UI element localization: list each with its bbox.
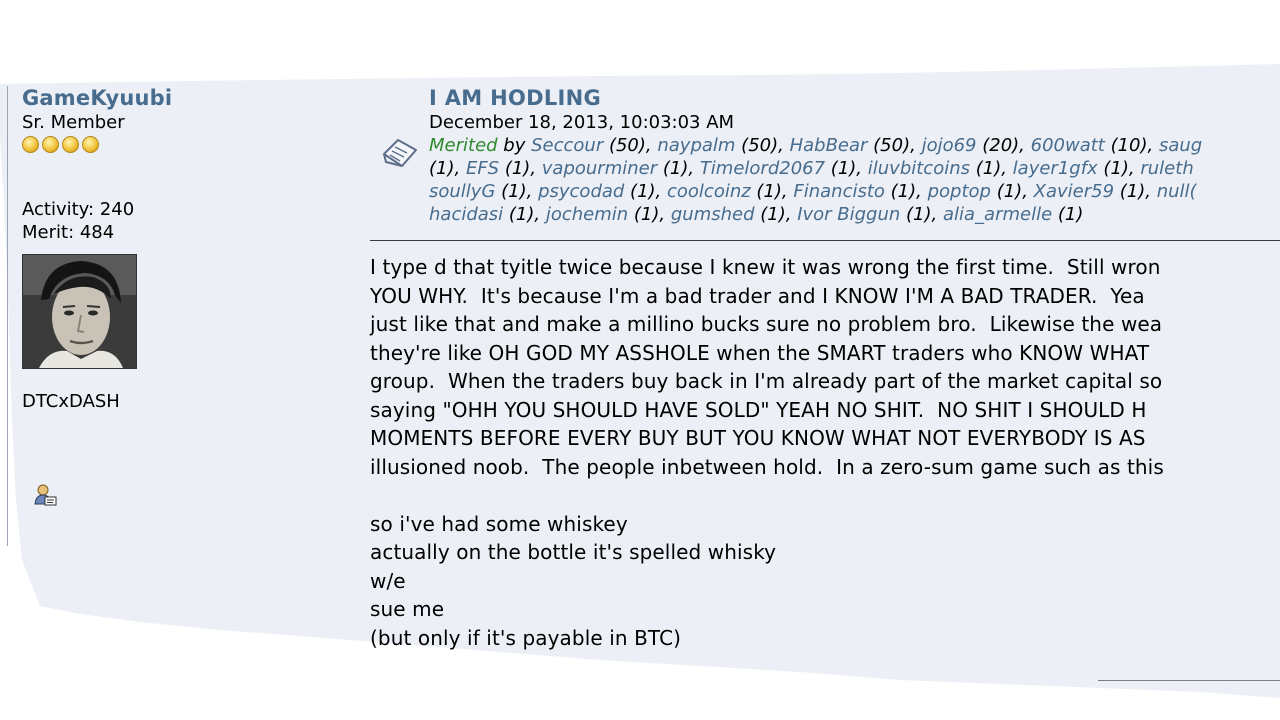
profile-icon-graphic: [34, 484, 57, 506]
merit-list: Merited by Seccour (50), naypalm (50), H…: [429, 134, 1280, 226]
activity-stat: Activity: 240: [22, 199, 135, 220]
poster-info: GameKyuubi Sr. Member Activity: 240 Meri…: [22, 86, 352, 412]
user-profile-icon[interactable]: [32, 482, 58, 508]
post-body-line: YOU WHY. It's because I'm a bad trader a…: [370, 283, 1145, 308]
poster-name-link[interactable]: GameKyuubi: [22, 86, 352, 110]
rank-star-icon: [42, 136, 59, 153]
merit-points: (1): [900, 204, 932, 225]
post-title-link[interactable]: I AM HODLING: [429, 86, 1280, 110]
post-date: December 18, 2013, 10:03:03 AM: [429, 112, 735, 133]
merit-user-link[interactable]: coolcoinz: [667, 181, 751, 202]
merit-user-link[interactable]: poptop: [928, 181, 991, 202]
merit-points: (50): [735, 135, 779, 156]
merit-user-link[interactable]: null(: [1157, 181, 1197, 202]
merit-points: (1): [657, 158, 689, 179]
merit-stat: Merit: 484: [22, 222, 115, 243]
merit-user-link[interactable]: gumshed: [671, 204, 755, 225]
merit-user-link[interactable]: Seccour: [531, 135, 603, 156]
merit-user-link[interactable]: Xavier59: [1034, 181, 1114, 202]
merit-user-link[interactable]: vapourminer: [542, 158, 657, 179]
post-body-line: illusioned noob. The people inbetween ho…: [370, 454, 1164, 479]
merit-row: hacidasi (1), jochemin (1), gumshed (1),…: [429, 204, 1084, 225]
merit-points: (1): [1052, 204, 1084, 225]
user-avatar: [22, 254, 137, 369]
merit-user-link[interactable]: naypalm: [657, 135, 735, 156]
merit-user-link[interactable]: 600watt: [1031, 135, 1105, 156]
rank-star-icon: [22, 136, 39, 153]
post-body: I type d that tyitle twice because I kne…: [370, 253, 1280, 652]
merit-points: (50): [603, 135, 646, 156]
merit-user-link[interactable]: jojo69: [922, 135, 977, 156]
merit-user-link[interactable]: alia_armelle: [943, 204, 1052, 225]
merit-user-link[interactable]: psycodad: [538, 181, 624, 202]
post-header: I AM HODLING December 18, 2013, 10:03:03…: [429, 86, 1280, 226]
merit-user-link[interactable]: HabBear: [790, 135, 868, 156]
merit-points: (1): [884, 181, 917, 202]
post-body-line: I type d that tyitle twice because I kne…: [370, 255, 1161, 279]
merit-user-link[interactable]: Financisto: [793, 181, 885, 202]
post-subject-icon: [380, 136, 420, 172]
post-body-line: sue me: [370, 597, 445, 621]
merit-points: (1): [990, 181, 1023, 202]
avatar-image: [23, 255, 136, 368]
merit-row: soullyG (1), psycodad (1), coolcoinz (1)…: [429, 181, 1197, 202]
panel-left-border: [7, 86, 8, 546]
post-body-line: MOMENTS BEFORE EVERY BUY BUT YOU KNOW WH…: [370, 426, 1146, 450]
post-body-line: group. When the traders buy back in I'm …: [370, 369, 1163, 393]
merit-user-link[interactable]: EFS: [466, 158, 499, 179]
post-body-line: so i've had some whiskey: [370, 511, 628, 536]
merit-points: (50): [867, 135, 911, 156]
merit-user-link[interactable]: hacidasi: [429, 204, 503, 225]
poster-rank: Sr. Member: [22, 112, 125, 133]
merit-points: (1): [429, 158, 455, 179]
rank-star-icon: [82, 136, 99, 153]
post-footer-rule: [1098, 680, 1280, 681]
merit-points: (1): [495, 181, 527, 202]
post-body-line: w/e: [370, 568, 406, 593]
merit-points: (1): [624, 181, 656, 202]
poster-signature: DTCxDASH: [22, 391, 120, 412]
post-body-line: actually on the bottle it's spelled whis…: [370, 540, 777, 564]
subject-icon-graphic: [383, 139, 417, 167]
merit-user-link[interactable]: iluvbitcoins: [868, 158, 970, 179]
merit-points: (10): [1104, 135, 1148, 156]
merit-points: (1): [499, 158, 531, 179]
merit-user-link[interactable]: ruleth: [1140, 158, 1193, 179]
merit-points: (1): [825, 158, 857, 179]
merit-user-link[interactable]: jochemin: [546, 204, 628, 225]
merit-user-link[interactable]: soullyG: [429, 181, 495, 202]
post-divider: [370, 240, 1280, 241]
merit-points: (1): [628, 204, 660, 225]
post-body-line: saying "OHH YOU SHOULD HAVE SOLD" YEAH N…: [370, 397, 1147, 422]
post-body-line: just like that and make a millino bucks …: [370, 312, 1163, 336]
merit-points: (1): [970, 158, 1002, 179]
merit-points: (1): [750, 181, 782, 202]
post-body-line: (but only if it's payable in BTC): [370, 625, 682, 650]
post-body-line: [370, 481, 1280, 510]
merit-points: (20): [976, 135, 1020, 156]
merit-row: Merited by Seccour (50), naypalm (50), H…: [429, 135, 1203, 156]
merit-points: (1): [1097, 158, 1129, 179]
merit-points: (1): [503, 204, 535, 225]
rank-stars: [22, 136, 352, 153]
merit-user-link[interactable]: layer1gfx: [1013, 158, 1098, 179]
merit-points: (1): [1114, 181, 1146, 202]
merit-points: (1): [754, 204, 786, 225]
rank-star-icon: [62, 136, 79, 153]
merit-row: (1), EFS (1), vapourminer (1), Timelord2…: [429, 158, 1194, 179]
merit-user-link[interactable]: saug: [1159, 135, 1202, 156]
merit-user-link[interactable]: Timelord2067: [700, 158, 825, 179]
post-body-line: they're like OH GOD MY ASSHOLE when the …: [370, 340, 1150, 365]
merited-label: Merited: [429, 135, 498, 156]
merit-user-link[interactable]: Ivor Biggun: [797, 204, 900, 225]
